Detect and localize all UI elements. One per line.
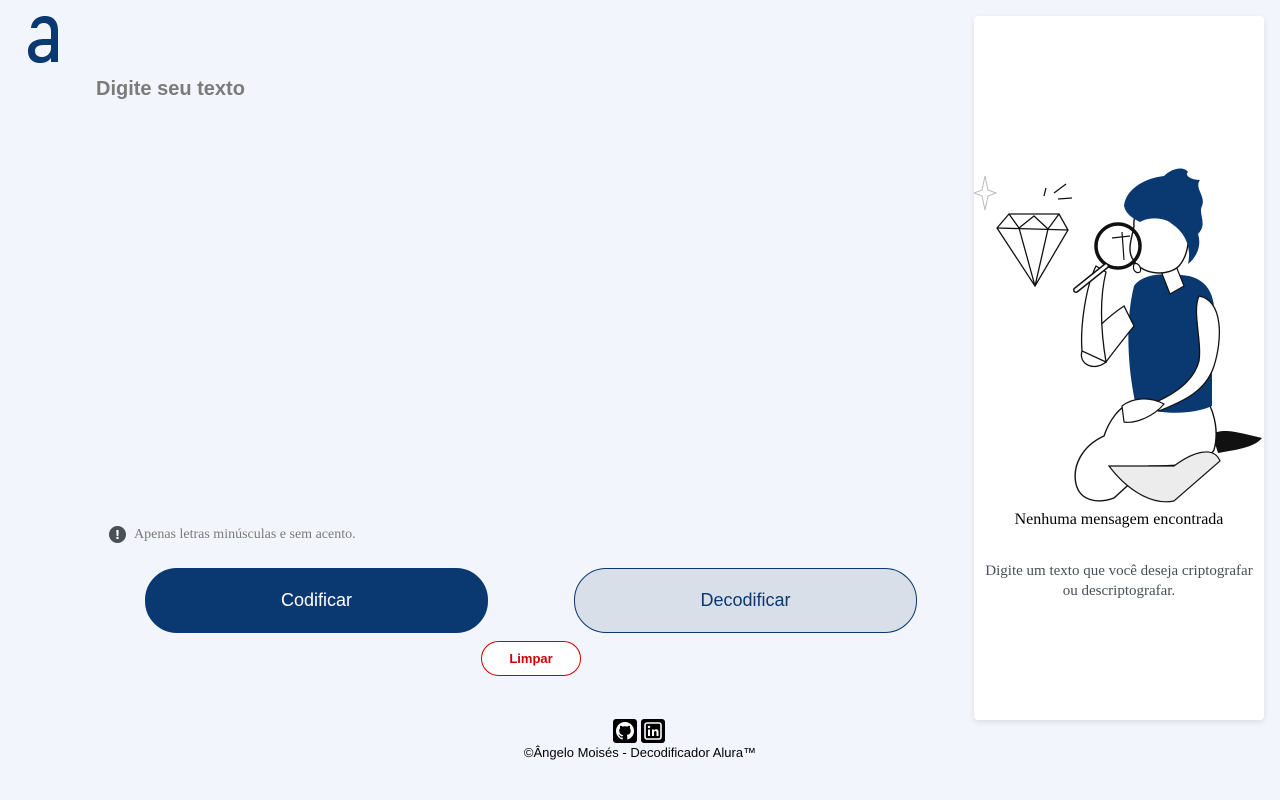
hint-text: Apenas letras minúsculas e sem acento. xyxy=(134,526,356,542)
copyright-text: ©Ângelo Moisés - Decodificador Alura™ xyxy=(523,745,757,760)
social-links xyxy=(613,719,665,743)
person-with-magnifying-glass-illustration xyxy=(974,168,1262,503)
clear-button[interactable]: Limpar xyxy=(481,641,581,676)
no-message-title: Nenhuma mensagem encontrada xyxy=(1014,511,1224,528)
no-message-description: Digite um texto que você deseja criptogr… xyxy=(985,563,1253,599)
exclamation-circle-icon: ! xyxy=(109,526,126,543)
input-hint: ! Apenas letras minúsculas e sem acento. xyxy=(109,526,356,543)
message-input[interactable] xyxy=(96,74,916,494)
alura-logo-icon[interactable] xyxy=(26,14,62,66)
decode-button[interactable]: Decodificar xyxy=(574,568,917,633)
encode-button[interactable]: Codificar xyxy=(145,568,488,633)
output-panel: Nenhuma mensagem encontrada Digite um te… xyxy=(974,16,1264,720)
github-icon[interactable] xyxy=(613,719,637,743)
linkedin-icon[interactable] xyxy=(641,719,665,743)
